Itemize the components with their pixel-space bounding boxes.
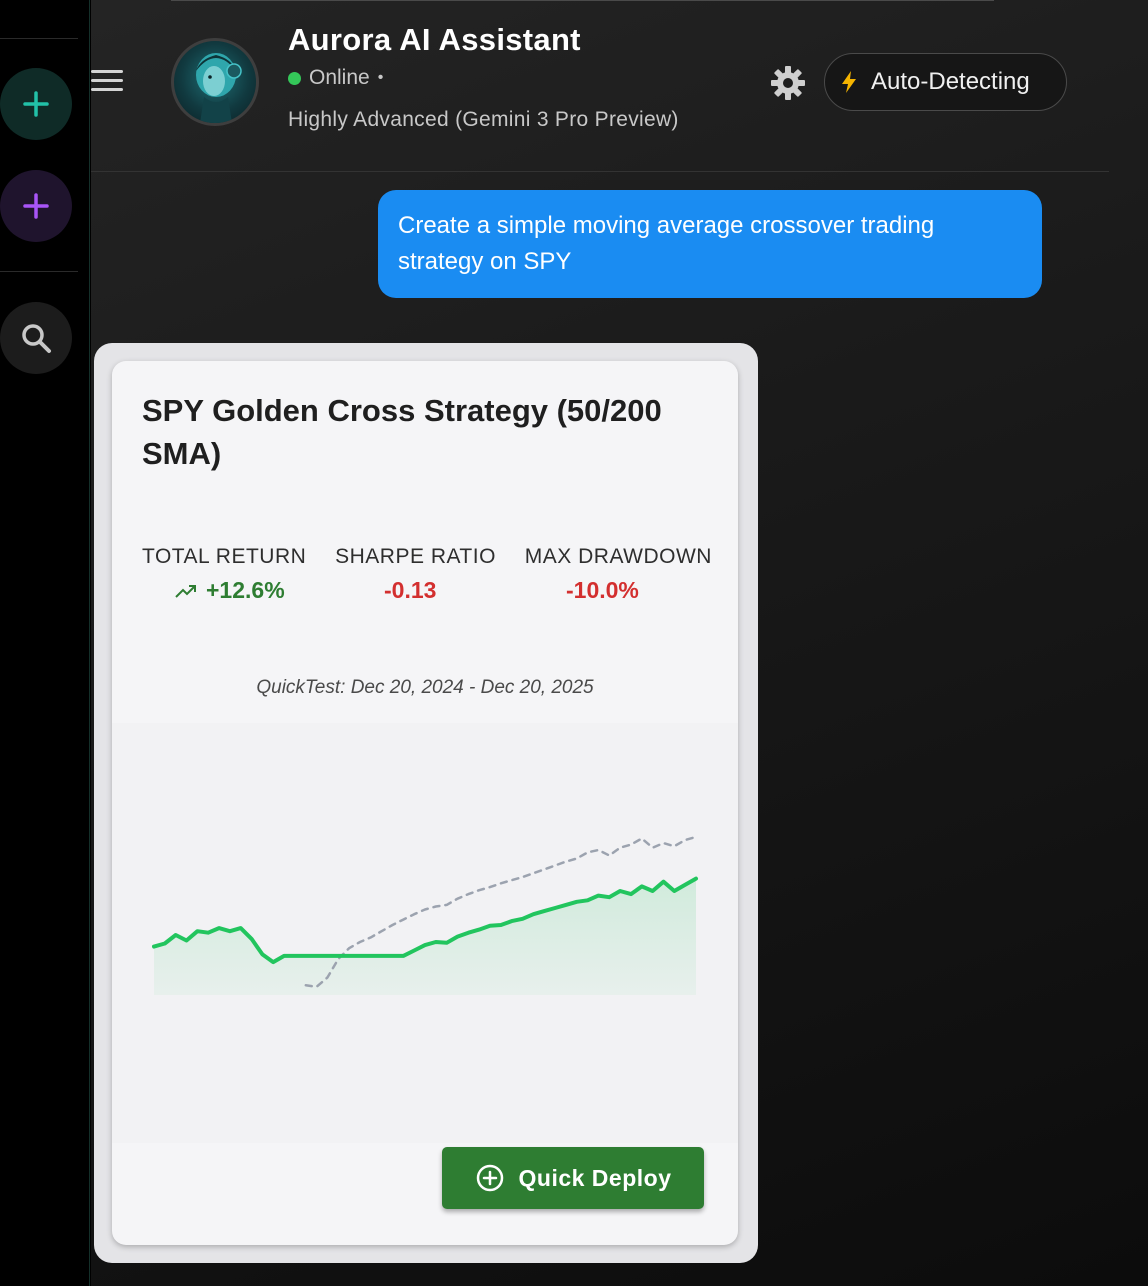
trending-up-icon [175,584,196,598]
auto-detect-button[interactable]: Auto-Detecting [824,53,1067,111]
total-return-value-group: +12.6% [174,577,285,604]
new-chat-button[interactable] [0,68,72,140]
max-drawdown-label: MAX DRAWDOWN [524,545,712,568]
quick-deploy-label: Quick Deploy [518,1164,672,1191]
rail-divider [0,38,78,39]
metrics-panel: TOTAL RETURN SHARPE RATIO MAX DRAWDOWN +… [142,545,712,613]
strategy-title: SPY Golden Cross Strategy (50/200 SMA) [142,393,662,471]
header-divider [91,171,1109,172]
status-text: Online [309,66,370,89]
auto-detect-label: Auto-Detecting [871,68,1030,95]
status-row: Online • [288,66,383,90]
new-agent-button[interactable] [0,170,72,242]
strategy-card: SPY Golden Cross Strategy (50/200 SMA) T… [112,361,738,1245]
sharpe-ratio-label: SHARPE RATIO [335,545,496,568]
plus-circle-icon [476,1164,503,1192]
gear-icon [771,66,805,100]
top-divider [171,0,994,1]
settings-button[interactable] [769,64,807,102]
avatar-portrait-icon [196,53,242,123]
equity-chart [112,723,738,1143]
plus-icon [23,91,49,117]
online-dot-icon [288,71,301,85]
equity-chart-svg [152,835,698,995]
chat-main: Aurora AI Assistant Online • Highly Adva… [91,0,1148,1286]
lightning-icon [842,71,856,93]
search-icon [22,324,51,353]
quicktest-range: QuickTest: Dec 20, 2024 - Dec 20, 2025 [256,677,594,698]
rail-divider [0,271,78,272]
max-drawdown-value: -10.0% [566,577,639,603]
total-return-value: +12.6% [206,577,285,603]
assistant-avatar [171,38,259,126]
menu-button[interactable] [91,70,123,94]
sharpe-ratio-value: -0.13 [384,577,437,603]
total-return-label: TOTAL RETURN [142,545,307,568]
assistant-message-container: SPY Golden Cross Strategy (50/200 SMA) T… [94,343,758,1263]
left-rail [0,0,90,1286]
status-separator: • [377,69,384,86]
assistant-name: Aurora AI Assistant [288,22,581,57]
quick-deploy-button[interactable]: Quick Deploy [442,1147,704,1209]
model-label: Highly Advanced (Gemini 3 Pro Preview) [288,108,679,131]
search-button[interactable] [0,302,72,374]
plus-icon [23,193,49,219]
user-message-bubble: Create a simple moving average crossover… [378,190,1042,298]
menu-icon [91,70,123,73]
